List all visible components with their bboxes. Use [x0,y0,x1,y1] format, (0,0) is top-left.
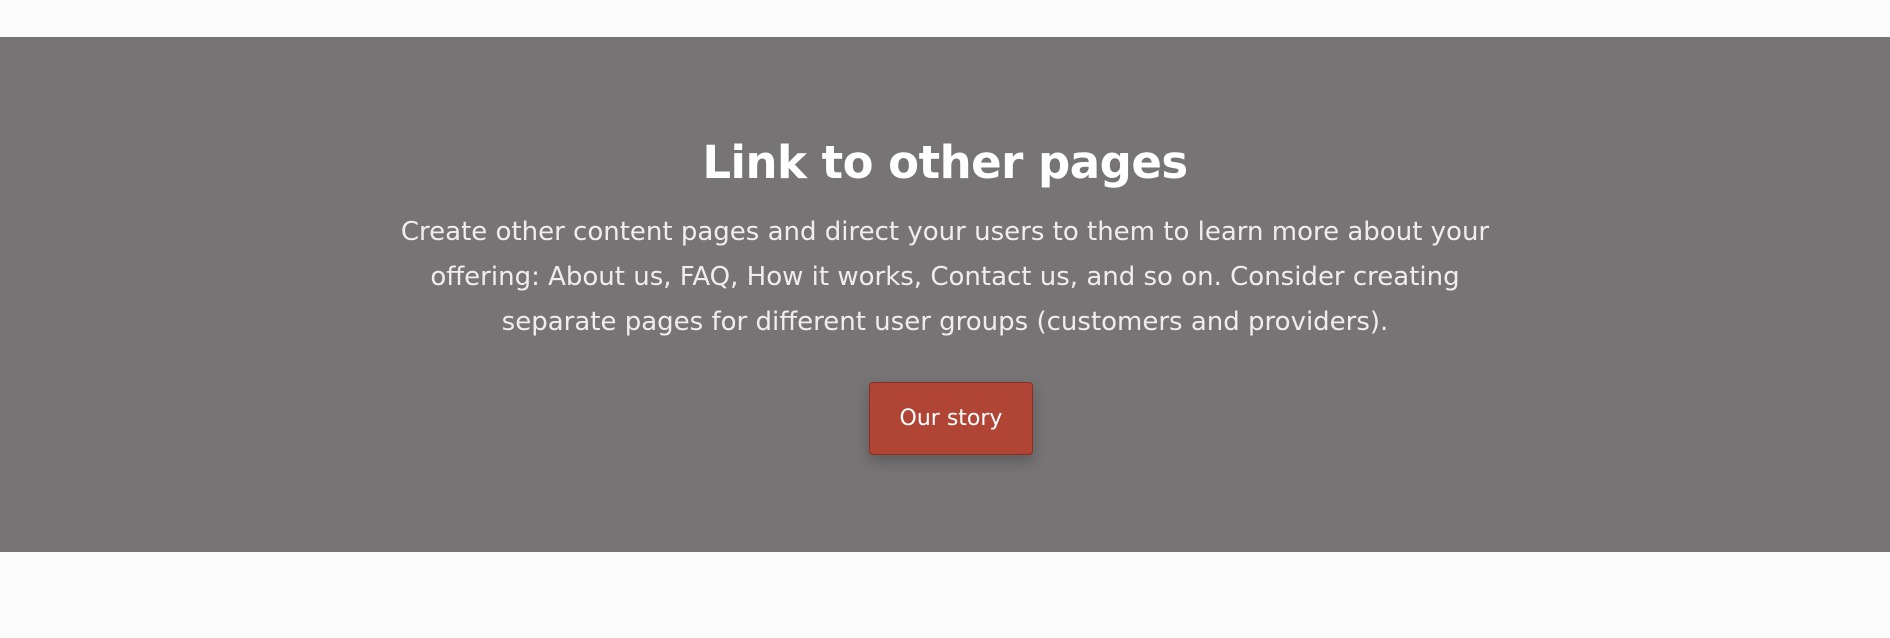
page: Link to other pages Create other content… [0,0,1890,638]
our-story-button[interactable]: Our story [869,382,1033,455]
section-description: Create other content pages and direct yo… [400,217,1490,337]
top-spacer [0,0,1890,37]
section-title: Link to other pages [702,136,1188,189]
bottom-spacer [0,552,1890,638]
